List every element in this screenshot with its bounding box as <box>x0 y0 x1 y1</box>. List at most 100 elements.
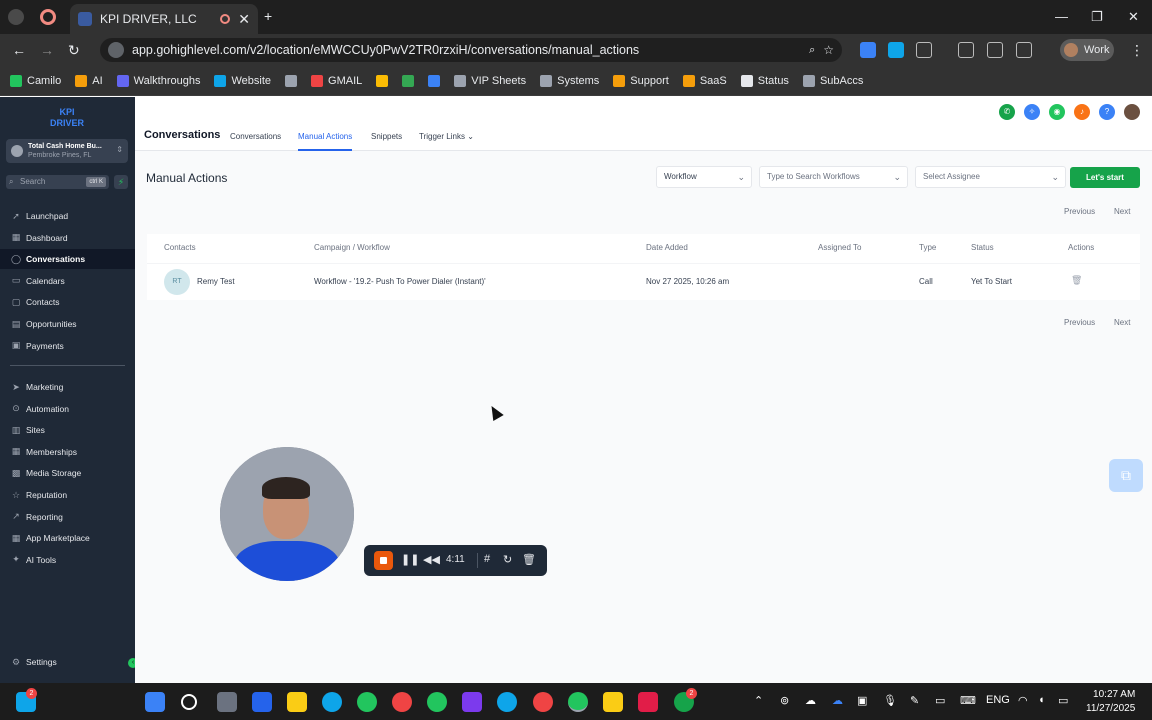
sticky-notes-icon[interactable] <box>603 692 623 712</box>
restore-icon[interactable]: ❐ <box>1091 9 1103 25</box>
grid-icon[interactable]: # <box>484 553 490 565</box>
rewind-icon[interactable]: ◀◀ <box>423 553 440 566</box>
pause-icon[interactable]: ❚❚ <box>401 553 419 566</box>
sidebar-item-reputation[interactable]: ☆ Reputation <box>0 485 135 505</box>
password-key-icon[interactable] <box>958 42 974 58</box>
phone-icon[interactable]: ✆ <box>999 104 1015 120</box>
reload-icon[interactable]: ↻ <box>68 42 80 59</box>
chrome-icon[interactable] <box>392 692 412 712</box>
display-icon[interactable]: ▭ <box>935 694 945 707</box>
contact-name[interactable]: Remy Test <box>197 277 235 286</box>
lets-start-button[interactable]: Let's start <box>1070 167 1140 188</box>
telegram-icon[interactable] <box>497 692 517 712</box>
sidebar-item-launchpad[interactable]: ➚ Launchpad <box>0 206 135 226</box>
filter-type-select[interactable]: Workflow ⌄ <box>656 166 752 188</box>
tab-menu-icon[interactable] <box>8 9 24 25</box>
microphone-icon[interactable]: 🎙 <box>883 694 897 707</box>
address-bar[interactable]: app.gohighlevel.com/v2/location/eMWCCUy0… <box>100 38 842 62</box>
sidebar-item-media-storage[interactable]: ▩ Media Storage <box>0 463 135 483</box>
onedrive-icon[interactable]: ☁ <box>832 694 843 707</box>
sidebar-item-conversations[interactable]: ◯ Conversations <box>0 249 135 270</box>
site-info-icon[interactable] <box>108 42 124 58</box>
browser-menu-icon[interactable]: ⋮ <box>1130 42 1144 59</box>
bookmark-item[interactable]: AI <box>75 74 103 87</box>
bookmark-star-icon[interactable]: ☆ <box>823 43 834 57</box>
bookmark-item[interactable] <box>402 74 415 87</box>
bookmark-item[interactable]: Walkthroughs <box>116 74 200 87</box>
tray-app-icon[interactable]: ⊚ <box>780 694 789 707</box>
next-button[interactable]: Next <box>1114 318 1130 327</box>
brand-logo[interactable]: KPI DRIVER <box>46 107 88 129</box>
search-icon[interactable] <box>181 694 197 710</box>
payment-card-icon[interactable] <box>987 42 1003 58</box>
sidebar-item-app-marketplace[interactable]: ▦ App Marketplace <box>0 528 135 548</box>
url-text[interactable]: app.gohighlevel.com/v2/location/eMWCCUy0… <box>132 43 801 57</box>
sidebar-item-calendars[interactable]: ▭ Calendars <box>0 271 135 291</box>
start-icon[interactable] <box>145 692 165 712</box>
sidebar-item-automation[interactable]: ⊙ Automation <box>0 399 135 419</box>
trash-icon[interactable]: 🗑 <box>522 553 536 566</box>
previous-button[interactable]: Previous <box>1064 318 1095 327</box>
bookmark-item[interactable]: Camilo <box>10 74 61 87</box>
close-window-icon[interactable]: ✕ <box>1128 9 1139 25</box>
minimize-icon[interactable]: — <box>1055 9 1068 24</box>
recording-icon[interactable] <box>40 9 56 25</box>
sidebar-item-reporting[interactable]: ↗ Reporting <box>0 507 135 527</box>
sidebar-item-sites[interactable]: ▥ Sites <box>0 420 135 440</box>
sidebar-item-opportunities[interactable]: ▤ Opportunities <box>0 314 135 334</box>
extensions-puzzle-icon[interactable] <box>916 42 932 58</box>
bookmark-item[interactable]: Website <box>214 74 271 87</box>
stop-recording-button[interactable] <box>374 551 393 570</box>
app-icon[interactable] <box>462 692 482 712</box>
tab-snippets[interactable]: Snippets <box>371 132 402 151</box>
bookmark-item[interactable] <box>376 74 389 87</box>
location-switcher[interactable]: Total Cash Home Bu... Pembroke Pines, FL… <box>6 139 128 163</box>
floating-widget-icon[interactable]: ⧉ <box>1109 459 1143 492</box>
new-tab-icon[interactable]: + <box>264 8 272 24</box>
trash-icon[interactable]: 🗑 <box>1071 275 1082 286</box>
tray-app-icon[interactable]: ▣ <box>857 694 867 707</box>
battery-icon[interactable]: ▭ <box>1058 694 1068 707</box>
restart-icon[interactable]: ↻ <box>503 553 512 566</box>
tab-trigger-links[interactable]: Trigger Links ⌄ <box>419 132 474 151</box>
bookmark-item[interactable]: SubAccs <box>802 74 863 87</box>
keyboard-icon[interactable]: ⌨ <box>960 694 976 707</box>
next-button[interactable]: Next <box>1114 207 1130 216</box>
close-tab-icon[interactable]: ✕ <box>238 11 250 28</box>
edge-icon[interactable] <box>322 692 342 712</box>
bookmark-item[interactable] <box>428 74 441 87</box>
bookmark-item[interactable]: Support <box>613 74 669 87</box>
webcam-bubble[interactable] <box>220 447 354 581</box>
bookmark-item[interactable]: GMAIL <box>311 74 362 87</box>
sidebar-search[interactable]: ⌕ Search ctrl K <box>6 175 109 189</box>
tray-chevron-icon[interactable]: ⌃ <box>754 694 763 707</box>
link-icon[interactable] <box>1016 42 1032 58</box>
table-row[interactable]: RT Remy Test Workflow - '19.2- Push To P… <box>147 263 1140 300</box>
workflow-name[interactable]: Workflow - '19.2- Push To Power Dialer (… <box>314 277 486 286</box>
help-icon[interactable]: ? <box>1099 104 1115 120</box>
wifi-icon[interactable]: ◠ <box>1018 694 1028 707</box>
task-view-icon[interactable] <box>217 692 237 712</box>
user-avatar[interactable] <box>1124 104 1140 120</box>
zoom-icon[interactable]: ⌕ <box>809 44 815 57</box>
extension-icon[interactable] <box>888 42 904 58</box>
chrome-active-icon[interactable] <box>568 692 588 712</box>
quick-action-bolt-icon[interactable]: ⚡ <box>114 175 128 189</box>
sidebar-item-memberships[interactable]: ▦ Memberships <box>0 442 135 462</box>
slack-icon[interactable] <box>638 692 658 712</box>
sidebar-item-ai-tools[interactable]: ✦ AI Tools <box>0 550 135 570</box>
edge-dev-icon[interactable] <box>357 692 377 712</box>
sidebar-item-settings[interactable]: ⚙ Settings <box>0 652 135 672</box>
store-icon[interactable] <box>252 692 272 712</box>
spotify-icon[interactable] <box>427 692 447 712</box>
volume-icon[interactable]: ◖ <box>1038 694 1045 706</box>
sidebar-item-dashboard[interactable]: ▦ Dashboard <box>0 228 135 248</box>
sidebar-item-marketing[interactable]: ➤ Marketing <box>0 377 135 397</box>
language-indicator[interactable]: ENG <box>986 694 1010 706</box>
chrome-icon[interactable] <box>533 692 553 712</box>
tab-conversations[interactable]: Conversations <box>230 132 281 151</box>
taskbar-clock[interactable]: 10:27 AM 11/27/2025 <box>1086 688 1135 716</box>
bookmark-item[interactable] <box>285 74 298 87</box>
ai-assistant-icon[interactable]: ✧ <box>1024 104 1040 120</box>
bookmark-item[interactable]: Status <box>740 74 789 87</box>
